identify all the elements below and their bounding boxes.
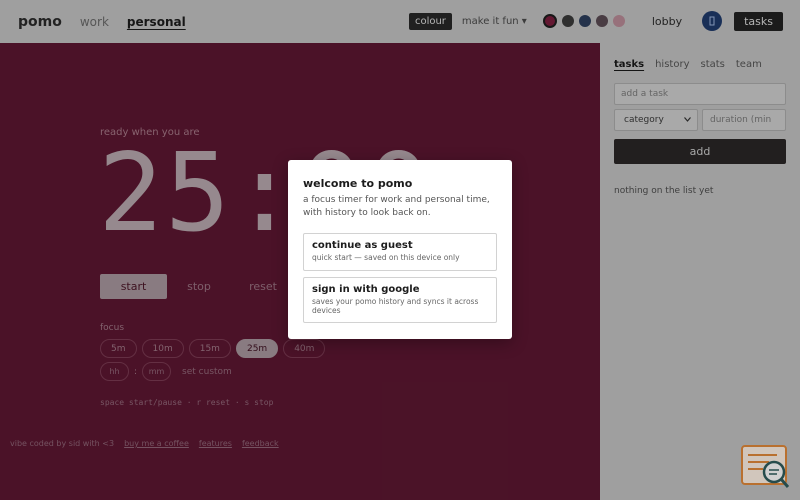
google-option-title: sign in with google <box>312 284 420 295</box>
guest-option-title: continue as guest <box>312 240 413 251</box>
sign-in-with-google-button[interactable]: sign in with google saves your pomo hist… <box>303 277 497 323</box>
continue-as-guest-button[interactable]: continue as guest quick start — saved on… <box>303 233 497 271</box>
welcome-dialog: welcome to pomo a focus timer for work a… <box>288 160 512 339</box>
google-option-subtitle: saves your pomo history and syncs it acr… <box>312 297 479 315</box>
dialog-title: welcome to pomo <box>303 177 413 190</box>
guest-option-subtitle: quick start — saved on this device only <box>312 253 460 262</box>
dialog-description: a focus timer for work and personal time… <box>303 195 490 218</box>
